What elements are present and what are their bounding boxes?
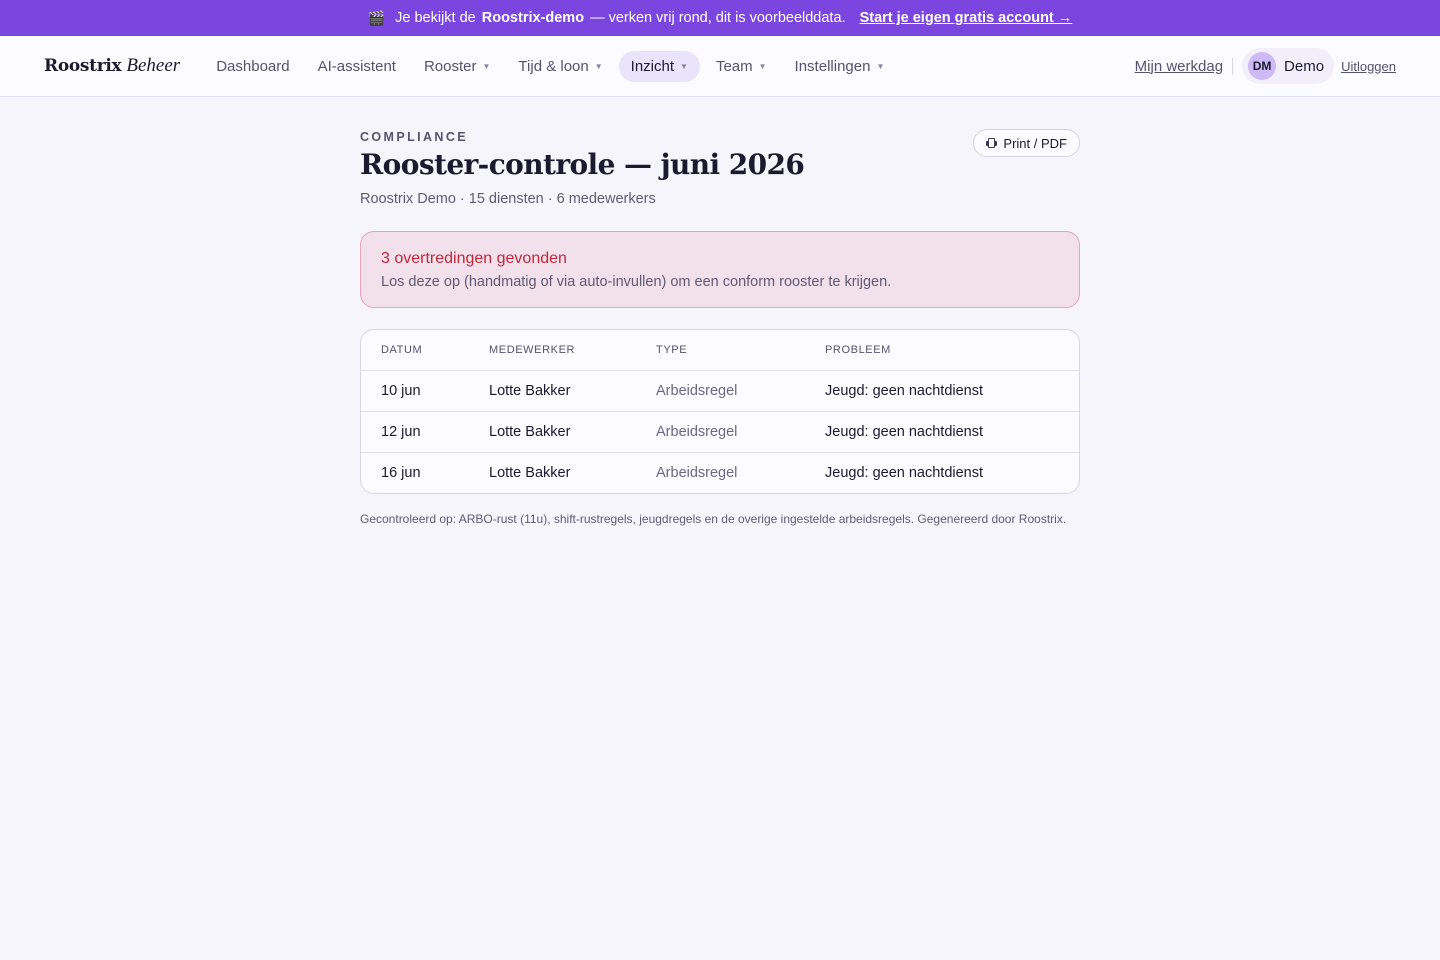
- main-content: COMPLIANCE Rooster-controle — juni 2026 …: [360, 97, 1080, 527]
- cell-employee: Lotte Bakker: [469, 410, 636, 452]
- brand-suffix: Beheer: [126, 55, 181, 76]
- page-subtitle: Roostrix Demo · 15 diensten · 6 medewerk…: [360, 191, 656, 207]
- brand-logo[interactable]: Roostrix Beheer: [44, 55, 180, 77]
- nav-item-label: Inzicht: [630, 57, 675, 75]
- cell-employee: Lotte Bakker: [469, 451, 636, 493]
- table-row: 12 jun Lotte Bakker Arbeidsregel Jeugd: …: [361, 410, 1079, 452]
- column-header-date: DATUM: [381, 343, 423, 356]
- violations-alert: 3 overtredingen gevonden Los deze op (ha…: [360, 231, 1080, 308]
- cell-type: Arbeidsregel: [636, 410, 805, 452]
- alert-title: 3 overtredingen gevonden: [381, 250, 567, 267]
- column-header-problem: PROBLEEM: [825, 343, 891, 356]
- cell-type: Arbeidsregel: [636, 451, 805, 493]
- table-header-row: DATUM MEDEWERKER TYPE PROBLEEM: [361, 330, 1079, 370]
- cell-problem: Jeugd: geen nachtdienst: [805, 369, 1079, 411]
- cell-date: 10 jun: [361, 369, 469, 411]
- cell-employee: Lotte Bakker: [469, 369, 636, 411]
- alert-text: Los deze op (handmatig of via auto-invul…: [381, 274, 892, 290]
- top-navigation: Roostrix Beheer Dashboard AI-assistent R…: [0, 36, 1440, 97]
- clapperboard-icon: 🎬: [367, 9, 386, 26]
- table-row: 10 jun Lotte Bakker Arbeidsregel Jeugd: …: [361, 369, 1079, 411]
- nav-item-label: Tijd & loon: [518, 57, 589, 75]
- user-name: Demo: [1284, 57, 1325, 75]
- section-eyebrow: COMPLIANCE: [360, 130, 469, 144]
- main-menu: Dashboard AI-assistent Rooster ▼ Tijd & …: [204, 50, 897, 82]
- nav-item-label: Instellingen: [794, 57, 871, 75]
- column-header-employee: MEDEWERKER: [489, 343, 576, 356]
- signup-link[interactable]: Start je eigen gratis account →: [860, 10, 1073, 26]
- demo-banner: 🎬 Je bekijkt de Roostrix-demo — verken v…: [0, 0, 1440, 36]
- nav-item-rooster[interactable]: Rooster ▼: [412, 51, 502, 82]
- nav-item-team[interactable]: Team ▼: [704, 51, 779, 82]
- avatar: DM: [1248, 52, 1277, 80]
- banner-product: Roostrix-demo: [481, 10, 585, 26]
- nav-item-ai-assistant[interactable]: AI-assistent: [306, 51, 408, 82]
- brand-name: Roostrix: [44, 56, 122, 76]
- cell-date: 16 jun: [361, 451, 469, 493]
- nav-item-label: Rooster: [423, 57, 477, 75]
- cell-problem: Jeugd: geen nachtdienst: [805, 410, 1079, 452]
- caret-down-icon: ▼: [680, 61, 688, 71]
- nav-item-settings[interactable]: Instellingen ▼: [783, 51, 897, 82]
- banner-prefix: Je bekijkt de: [395, 10, 476, 26]
- user-area: Mijn werkdag DM Demo Uitloggen: [1135, 48, 1396, 84]
- print-pdf-button[interactable]: Print / PDF: [973, 129, 1080, 157]
- print-button-label: Print / PDF: [1003, 135, 1067, 151]
- user-menu[interactable]: DM Demo: [1242, 48, 1335, 84]
- column-header-type: TYPE: [656, 343, 688, 356]
- violations-table: DATUM MEDEWERKER TYPE PROBLEEM 10 jun Lo…: [360, 329, 1080, 494]
- nav-item-time-pay[interactable]: Tijd & loon ▼: [506, 51, 614, 82]
- nav-item-label: Dashboard: [216, 57, 290, 75]
- cell-type: Arbeidsregel: [636, 369, 805, 411]
- cell-problem: Jeugd: geen nachtdienst: [805, 451, 1079, 493]
- nav-item-insight[interactable]: Inzicht ▼: [618, 50, 700, 82]
- nav-item-label: AI-assistent: [317, 57, 396, 75]
- footnote: Gecontroleerd op: ARBO-rust (11u), shift…: [360, 512, 1067, 526]
- caret-down-icon: ▼: [876, 61, 885, 71]
- nav-item-label: Team: [715, 57, 753, 75]
- cell-date: 12 jun: [361, 410, 469, 452]
- caret-down-icon: ▼: [594, 61, 603, 71]
- nav-item-dashboard[interactable]: Dashboard: [204, 51, 301, 82]
- table-row: 16 jun Lotte Bakker Arbeidsregel Jeugd: …: [361, 451, 1079, 493]
- page-title: Rooster-controle — juni 2026: [360, 148, 805, 181]
- caret-down-icon: ▼: [482, 61, 491, 71]
- logout-link[interactable]: Uitloggen: [1341, 59, 1396, 74]
- printer-icon: [986, 138, 998, 148]
- caret-down-icon: ▼: [758, 61, 767, 71]
- banner-suffix: — verken vrij rond, dit is voorbeelddata…: [590, 10, 846, 26]
- my-workday-link[interactable]: Mijn werkdag: [1135, 57, 1234, 75]
